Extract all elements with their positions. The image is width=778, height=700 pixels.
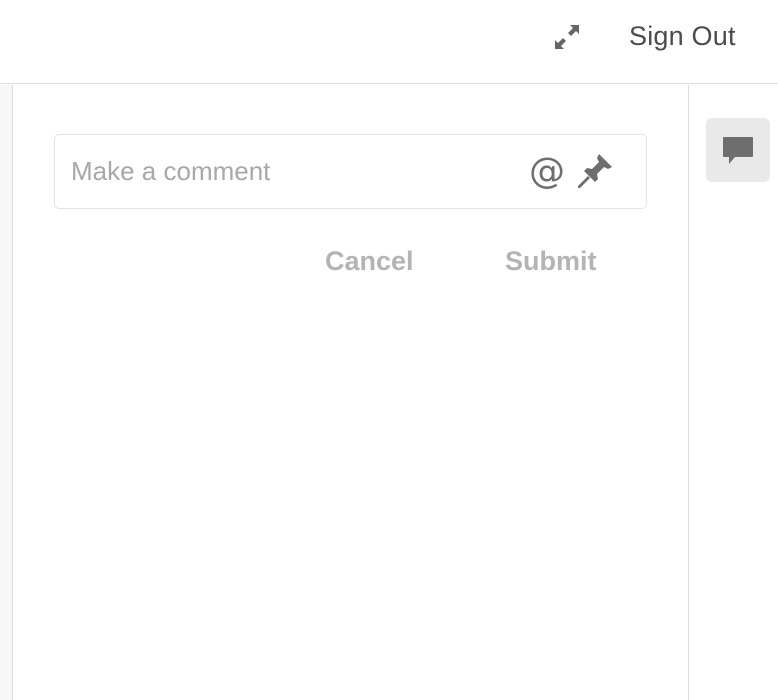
comment-bubble-icon — [723, 137, 753, 164]
cancel-button[interactable]: Cancel — [325, 243, 414, 279]
right-rail — [690, 85, 778, 700]
pin-button[interactable] — [574, 150, 616, 192]
comment-panel: @ Cancel Submit — [13, 85, 689, 700]
fullscreen-button[interactable] — [548, 18, 586, 56]
comment-composer: @ — [54, 134, 647, 209]
at-sign-icon: @ — [529, 150, 565, 192]
top-header: Sign Out — [0, 0, 778, 84]
expand-arrows-icon — [555, 25, 579, 49]
app-page: Sign Out @ Cancel Submit — [0, 0, 778, 700]
mention-button[interactable]: @ — [527, 150, 567, 192]
comment-input[interactable] — [71, 151, 511, 191]
comments-panel-button[interactable] — [706, 118, 770, 182]
sign-out-link[interactable]: Sign Out — [629, 20, 736, 52]
submit-button[interactable]: Submit — [505, 243, 597, 279]
pushpin-icon — [578, 154, 612, 188]
left-panel-edge — [0, 85, 13, 700]
